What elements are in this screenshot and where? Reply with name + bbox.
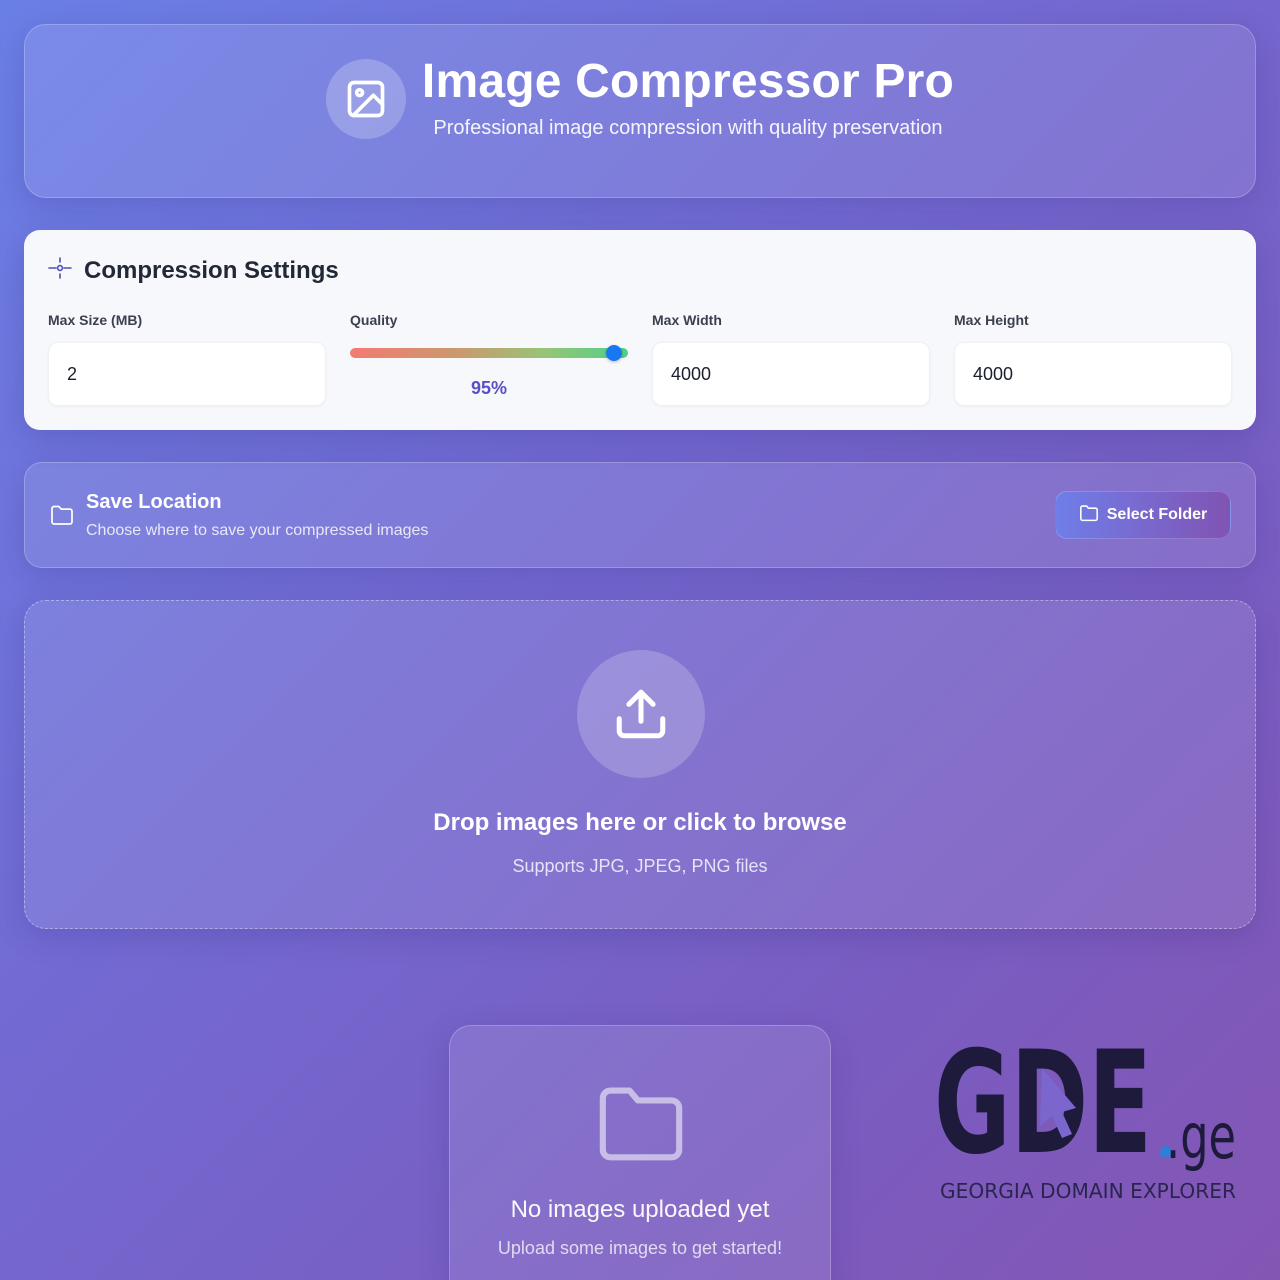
quality-slider-thumb[interactable] (606, 345, 623, 361)
gde-watermark-logo: GDE .ge GEORGIA DOMAIN EXPLORER (934, 1030, 1236, 1203)
settings-title: Compression Settings (84, 256, 339, 284)
max-size-input[interactable]: 2 (48, 342, 326, 406)
quality-label: Quality (350, 312, 398, 328)
app-title: Image Compressor Pro (421, 55, 955, 108)
folder-icon (50, 504, 74, 531)
crosshair-settings-icon (48, 256, 72, 285)
max-height-input[interactable]: 4000 (954, 342, 1232, 406)
compression-settings-panel: Compression Settings Max Size (MB) 2 Qua… (24, 230, 1256, 430)
folder-icon (1079, 504, 1099, 527)
max-width-field: Max Width 4000 (652, 312, 930, 406)
upload-icon (577, 650, 705, 778)
quality-value: 95% (470, 378, 508, 398)
dropzone-subtitle: Supports JPG, JPEG, PNG files (512, 856, 768, 876)
max-height-label: Max Height (954, 312, 1029, 328)
max-height-field: Max Height 4000 (954, 312, 1232, 406)
save-location-title: Save Location (86, 491, 222, 513)
save-location-panel: Save Location Choose where to save your … (24, 462, 1256, 568)
folder-icon (595, 1081, 687, 1170)
max-size-label: Max Size (MB) (48, 312, 143, 328)
max-width-input[interactable]: 4000 (652, 342, 930, 406)
max-width-label: Max Width (652, 312, 722, 328)
empty-state-card: No images uploaded yet Upload some image… (449, 1025, 831, 1280)
select-folder-label: Select Folder (1106, 506, 1208, 523)
quality-field: Quality 95% (350, 312, 628, 399)
dropzone-title: Drop images here or click to browse (433, 809, 847, 836)
save-location-description: Choose where to save your compressed ima… (86, 522, 429, 539)
max-size-field: Max Size (MB) 2 (48, 312, 326, 406)
upload-dropzone[interactable]: Drop images here or click to browse Supp… (24, 600, 1256, 929)
empty-state-subtitle: Upload some images to get started! (497, 1238, 783, 1258)
app-header: Image Compressor Pro Professional image … (24, 24, 1256, 198)
app-subtitle: Professional image compression with qual… (433, 117, 943, 139)
select-folder-button[interactable]: Select Folder (1055, 491, 1231, 539)
watermark-tagline: GEORGIA DOMAIN EXPLORER (940, 1179, 1236, 1203)
watermark-suffix: .ge (1166, 1100, 1236, 1173)
quality-slider[interactable] (350, 345, 628, 361)
image-icon (325, 59, 406, 139)
empty-state-title: No images uploaded yet (510, 1196, 770, 1223)
